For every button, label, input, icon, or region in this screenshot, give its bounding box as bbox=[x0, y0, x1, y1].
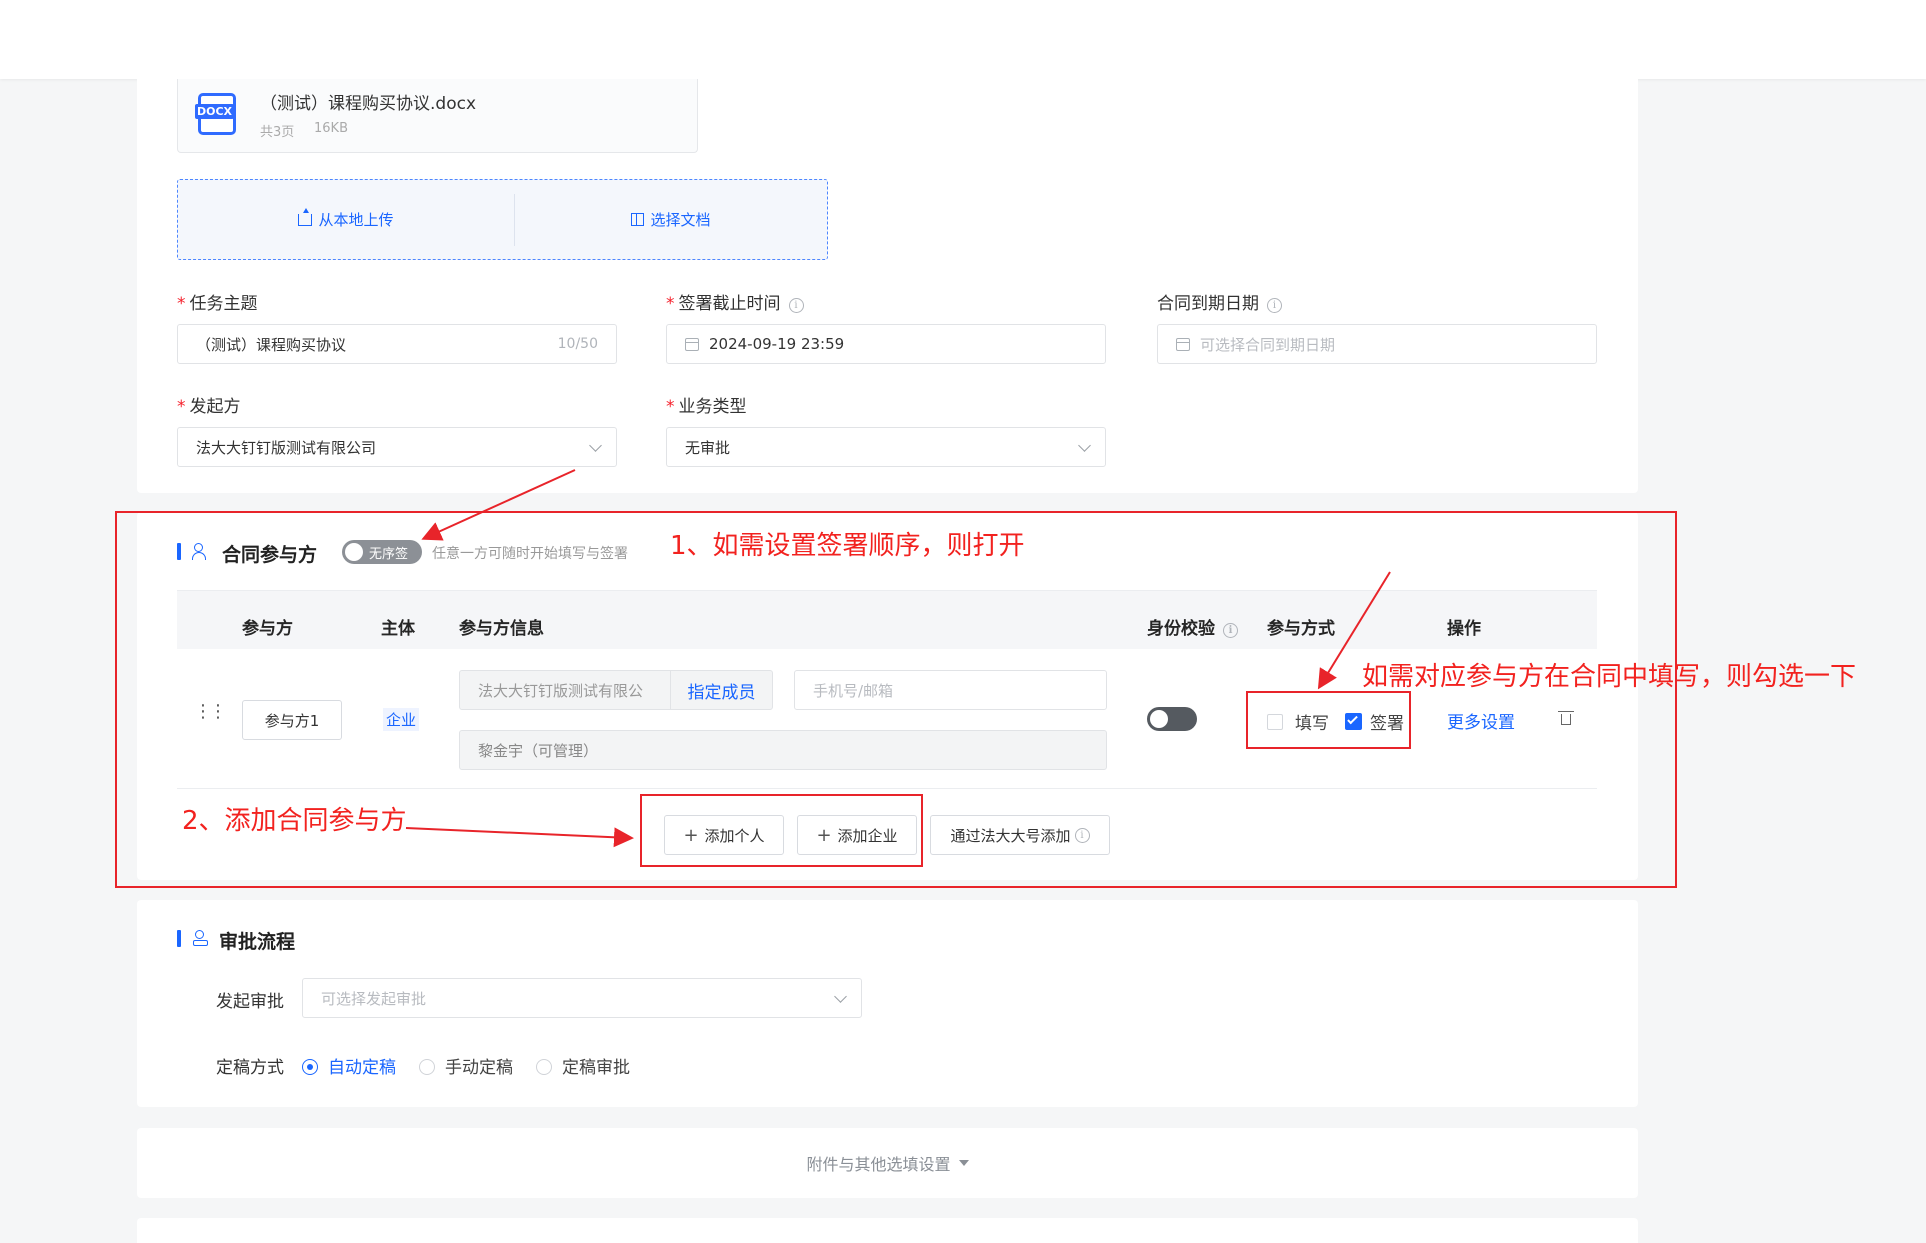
approval-flow-icon bbox=[192, 929, 210, 947]
choose-doc-button[interactable]: 选择文档 bbox=[515, 180, 827, 259]
calendar-icon bbox=[685, 337, 699, 351]
expiry-date-picker[interactable]: 可选择合同到期日期 bbox=[1157, 324, 1597, 364]
info-icon[interactable]: i bbox=[788, 298, 804, 313]
radio-button[interactable] bbox=[536, 1059, 552, 1075]
chevron-down-icon bbox=[589, 439, 602, 452]
top-bar bbox=[0, 0, 1926, 79]
annotation-sign-order: 1、如需设置签署顺序，则打开 bbox=[670, 531, 1025, 561]
upload-icon bbox=[298, 207, 313, 226]
radio-button[interactable] bbox=[302, 1059, 318, 1075]
annotation-add-participants: 2、添加合同参与方 bbox=[182, 806, 407, 836]
radio-auto-finalize[interactable]: 自动定稿 bbox=[302, 1053, 396, 1078]
radio-button[interactable] bbox=[419, 1059, 435, 1075]
attachments-label: 附件与其他选填设置 bbox=[806, 1155, 951, 1174]
calendar-icon bbox=[1176, 337, 1190, 351]
docx-file-icon: DOCX bbox=[195, 93, 236, 135]
initiate-approval-select[interactable]: 可选择发起审批 bbox=[302, 978, 862, 1018]
initiator-label: * 发起方 bbox=[177, 397, 241, 417]
initiator-select[interactable]: 法大大钉钉版测试有限公司 bbox=[177, 427, 617, 467]
section-bar bbox=[177, 930, 181, 947]
chevron-down-icon bbox=[1078, 439, 1091, 452]
expiry-label: 合同到期日期 i bbox=[1157, 289, 1282, 314]
upload-zone: 从本地上传 选择文档 bbox=[177, 179, 828, 260]
finalize-label: 定稿方式 bbox=[216, 1058, 284, 1078]
approval-title: 审批流程 bbox=[219, 931, 296, 953]
upload-local-button[interactable]: 从本地上传 bbox=[178, 180, 514, 259]
task-subject-label: * 任务主题 bbox=[177, 294, 258, 314]
file-size: 16KB bbox=[314, 121, 348, 136]
chevron-down-icon bbox=[834, 990, 847, 1003]
deadline-picker[interactable]: 2024-09-19 23:59 bbox=[666, 324, 1106, 364]
participation-method-highlight bbox=[1246, 691, 1411, 749]
biz-type-label: * 业务类型 bbox=[666, 397, 747, 417]
caret-down-icon bbox=[958, 1160, 969, 1166]
file-pages: 共3页 bbox=[260, 125, 295, 140]
upload-local-label: 从本地上传 bbox=[318, 211, 394, 229]
annotation-fill-checkbox: 如需对应参与方在合同中填写，则勾选一下 bbox=[1362, 662, 1857, 692]
basic-info-card: DOCX （测试）课程购买协议.docx 共3页 16KB 从本地上传 选择文档… bbox=[137, 79, 1638, 493]
next-card bbox=[137, 1218, 1638, 1243]
document-grid-icon bbox=[631, 213, 645, 226]
char-count: 10/50 bbox=[557, 336, 598, 352]
radio-finalize-approval[interactable]: 定稿审批 bbox=[536, 1053, 630, 1078]
file-card[interactable]: DOCX （测试）课程购买协议.docx 共3页 16KB bbox=[177, 79, 698, 153]
biz-type-select[interactable]: 无审批 bbox=[666, 427, 1106, 467]
radio-manual-finalize[interactable]: 手动定稿 bbox=[419, 1053, 513, 1078]
docx-icon-label: DOCX bbox=[195, 104, 235, 119]
info-icon[interactable]: i bbox=[1267, 298, 1282, 313]
attachments-card[interactable]: 附件与其他选填设置 bbox=[137, 1128, 1638, 1198]
initiate-approval-label: 发起审批 bbox=[216, 992, 284, 1012]
deadline-label: * 签署截止时间 i bbox=[666, 289, 804, 314]
add-buttons-highlight bbox=[640, 794, 923, 867]
file-name: （测试）课程购买协议.docx bbox=[260, 94, 477, 114]
task-subject-input[interactable]: （测试）课程购买协议 10/50 bbox=[177, 324, 617, 364]
choose-doc-label: 选择文档 bbox=[650, 211, 711, 229]
